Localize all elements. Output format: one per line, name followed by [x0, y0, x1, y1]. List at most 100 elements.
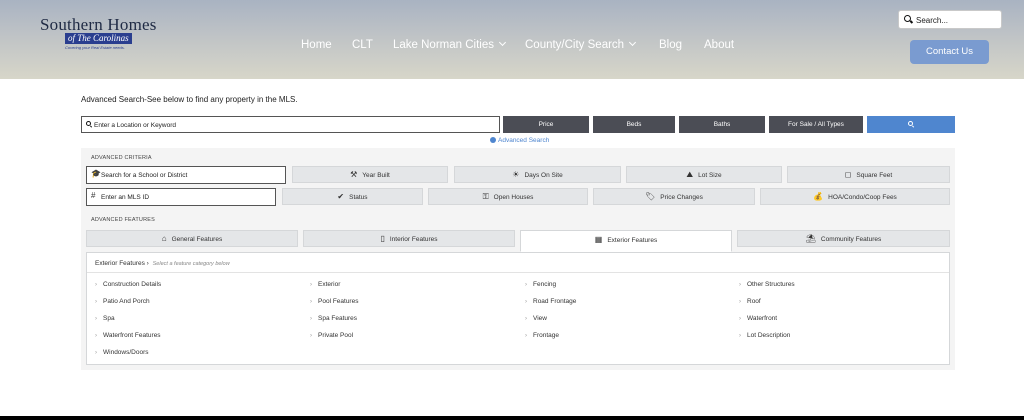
- feature-item[interactable]: › Lot Description: [739, 332, 790, 339]
- feature-label: Construction Details: [103, 281, 162, 288]
- tab-community-features[interactable]: ⛱ Community Features: [737, 230, 950, 247]
- chevron-right-icon: ›: [525, 282, 527, 288]
- contact-us-button[interactable]: Contact Us: [910, 40, 989, 64]
- feature-item[interactable]: › Pool Features: [310, 298, 358, 305]
- nav-lake-norman-cities[interactable]: Lake Norman Cities: [393, 38, 507, 51]
- advanced-criteria-label: ADVANCED CRITERIA: [91, 155, 152, 161]
- tab-interior-label: Interior Features: [389, 236, 438, 243]
- site-header: Southern Homes of The Carolinas Covering…: [0, 0, 1024, 79]
- feature-label: View: [533, 315, 547, 322]
- chevron-right-icon: ›: [310, 299, 312, 305]
- feature-list-panel: Exterior Features › Select a feature cat…: [86, 252, 950, 365]
- nav-county-city-search[interactable]: County/City Search: [525, 38, 637, 51]
- nav-clt[interactable]: CLT: [352, 39, 373, 51]
- feature-item[interactable]: › Fencing: [525, 281, 556, 288]
- location-input[interactable]: [94, 119, 494, 131]
- logo-tagline: Covering your Real Estate needs.: [65, 45, 125, 50]
- price-changes-button[interactable]: 🏷 Price Changes: [593, 188, 755, 205]
- site-logo[interactable]: Southern Homes of The Carolinas Covering…: [40, 15, 160, 55]
- landscape-icon: ⛰: [686, 170, 694, 179]
- mls-input[interactable]: [101, 192, 271, 202]
- school-input[interactable]: [101, 170, 271, 180]
- tab-general-features[interactable]: ⌂ General Features: [86, 230, 298, 247]
- baths-button[interactable]: Baths: [679, 116, 765, 133]
- check-icon: ✔: [337, 192, 345, 201]
- tab-exterior-label: Exterior Features: [607, 237, 658, 244]
- feature-label: Fencing: [533, 281, 557, 288]
- chevron-right-icon: ›: [525, 316, 527, 322]
- days-on-site-label: Days On Site: [524, 172, 563, 179]
- feature-item[interactable]: › Construction Details: [95, 281, 161, 288]
- beds-button[interactable]: Beds: [593, 116, 675, 133]
- chevron-right-icon: ›: [739, 299, 741, 305]
- hoa-fees-button[interactable]: 💰 HOA/Condo/Coop Fees: [760, 188, 950, 205]
- chevron-down-icon: [629, 38, 637, 47]
- tab-exterior-features[interactable]: ▦ Exterior Features: [520, 230, 732, 252]
- open-houses-button[interactable]: ⚿ Open Houses: [428, 188, 588, 205]
- feature-item[interactable]: › Spa Features: [310, 315, 357, 322]
- status-button[interactable]: ✔ Status: [282, 188, 423, 205]
- chevron-right-icon: ›: [739, 333, 741, 339]
- nav-lake-norman-label: Lake Norman Cities: [393, 39, 494, 51]
- feature-label: Lot Description: [747, 332, 791, 339]
- feature-item[interactable]: › Spa: [95, 315, 115, 322]
- property-type-button[interactable]: For Sale / All Types: [769, 116, 863, 133]
- advanced-search-link[interactable]: Advanced Search: [490, 136, 549, 144]
- chevron-down-icon: [498, 38, 507, 47]
- feature-item[interactable]: › Roof: [739, 298, 761, 305]
- days-on-site-button[interactable]: ☀ Days On Site: [454, 166, 621, 183]
- lot-size-label: Lot Size: [698, 172, 722, 179]
- mls-search: #: [86, 188, 276, 206]
- chevron-right-icon: ›: [739, 316, 741, 322]
- feature-item[interactable]: › Waterfront: [739, 315, 777, 322]
- feature-label: Patio And Porch: [103, 298, 150, 305]
- square-feet-label: Square Feet: [856, 172, 893, 179]
- site-search: [898, 10, 1002, 29]
- footer-bar: [0, 416, 1024, 420]
- feature-hint: Select a feature category below: [152, 261, 230, 267]
- logo-title: Southern Homes: [40, 15, 157, 34]
- square-feet-button[interactable]: ◻ Square Feet: [787, 166, 950, 183]
- tab-community-label: Community Features: [820, 236, 882, 243]
- chevron-right-icon: ›: [310, 316, 312, 322]
- nav-about[interactable]: About: [704, 39, 734, 51]
- feature-label: Waterfront: [747, 315, 778, 322]
- chevron-right-icon: ›: [525, 333, 527, 339]
- feature-item[interactable]: › Frontage: [525, 332, 559, 339]
- lot-size-button[interactable]: ⛰ Lot Size: [626, 166, 782, 183]
- year-built-button[interactable]: ⚒ Year Built: [292, 166, 448, 183]
- nav-county-city-label: County/City Search: [525, 39, 625, 51]
- feature-label: Frontage: [533, 332, 560, 339]
- chevron-right-icon: ›: [310, 333, 312, 339]
- feature-label: Pool Features: [318, 298, 359, 305]
- sun-icon: ☀: [512, 170, 520, 179]
- feature-item[interactable]: › Road Frontage: [525, 298, 576, 305]
- chevron-right-icon: ›: [739, 282, 741, 288]
- feature-item[interactable]: › Patio And Porch: [95, 298, 150, 305]
- chevron-right-icon: ›: [95, 316, 97, 322]
- chevron-right-icon: ›: [95, 333, 97, 339]
- search-submit-button[interactable]: [867, 116, 955, 133]
- hammer-icon: ⚒: [350, 170, 358, 179]
- tab-interior-features[interactable]: ▯ Interior Features: [303, 230, 515, 247]
- price-button[interactable]: Price: [503, 116, 589, 133]
- feature-breadcrumb: Exterior Features › Select a feature cat…: [95, 260, 230, 267]
- feature-item[interactable]: › Waterfront Features: [95, 332, 161, 339]
- chevron-right-icon: ›: [95, 282, 97, 288]
- building-icon: ▦: [594, 235, 603, 244]
- feature-label: Spa Features: [318, 315, 358, 322]
- feature-label: Roof: [747, 298, 761, 305]
- site-search-input[interactable]: [916, 13, 1000, 27]
- nav-blog[interactable]: Blog: [659, 39, 682, 51]
- feature-item[interactable]: › Other Structures: [739, 281, 795, 288]
- location-search: [81, 116, 500, 133]
- nav-home[interactable]: Home: [301, 39, 332, 51]
- feature-item[interactable]: › Windows/Doors: [95, 349, 149, 356]
- feature-item[interactable]: › View: [525, 315, 547, 322]
- feature-item[interactable]: › Private Pool: [310, 332, 353, 339]
- advanced-panel: ADVANCED CRITERIA 🎓 ⚒ Year Built ☀ Days On…: [81, 148, 955, 370]
- umbrella-icon: ⛱: [805, 234, 816, 243]
- advanced-search-label: Advanced Search: [498, 137, 550, 144]
- feature-label: Exterior: [318, 281, 341, 288]
- feature-item[interactable]: › Exterior: [310, 281, 340, 288]
